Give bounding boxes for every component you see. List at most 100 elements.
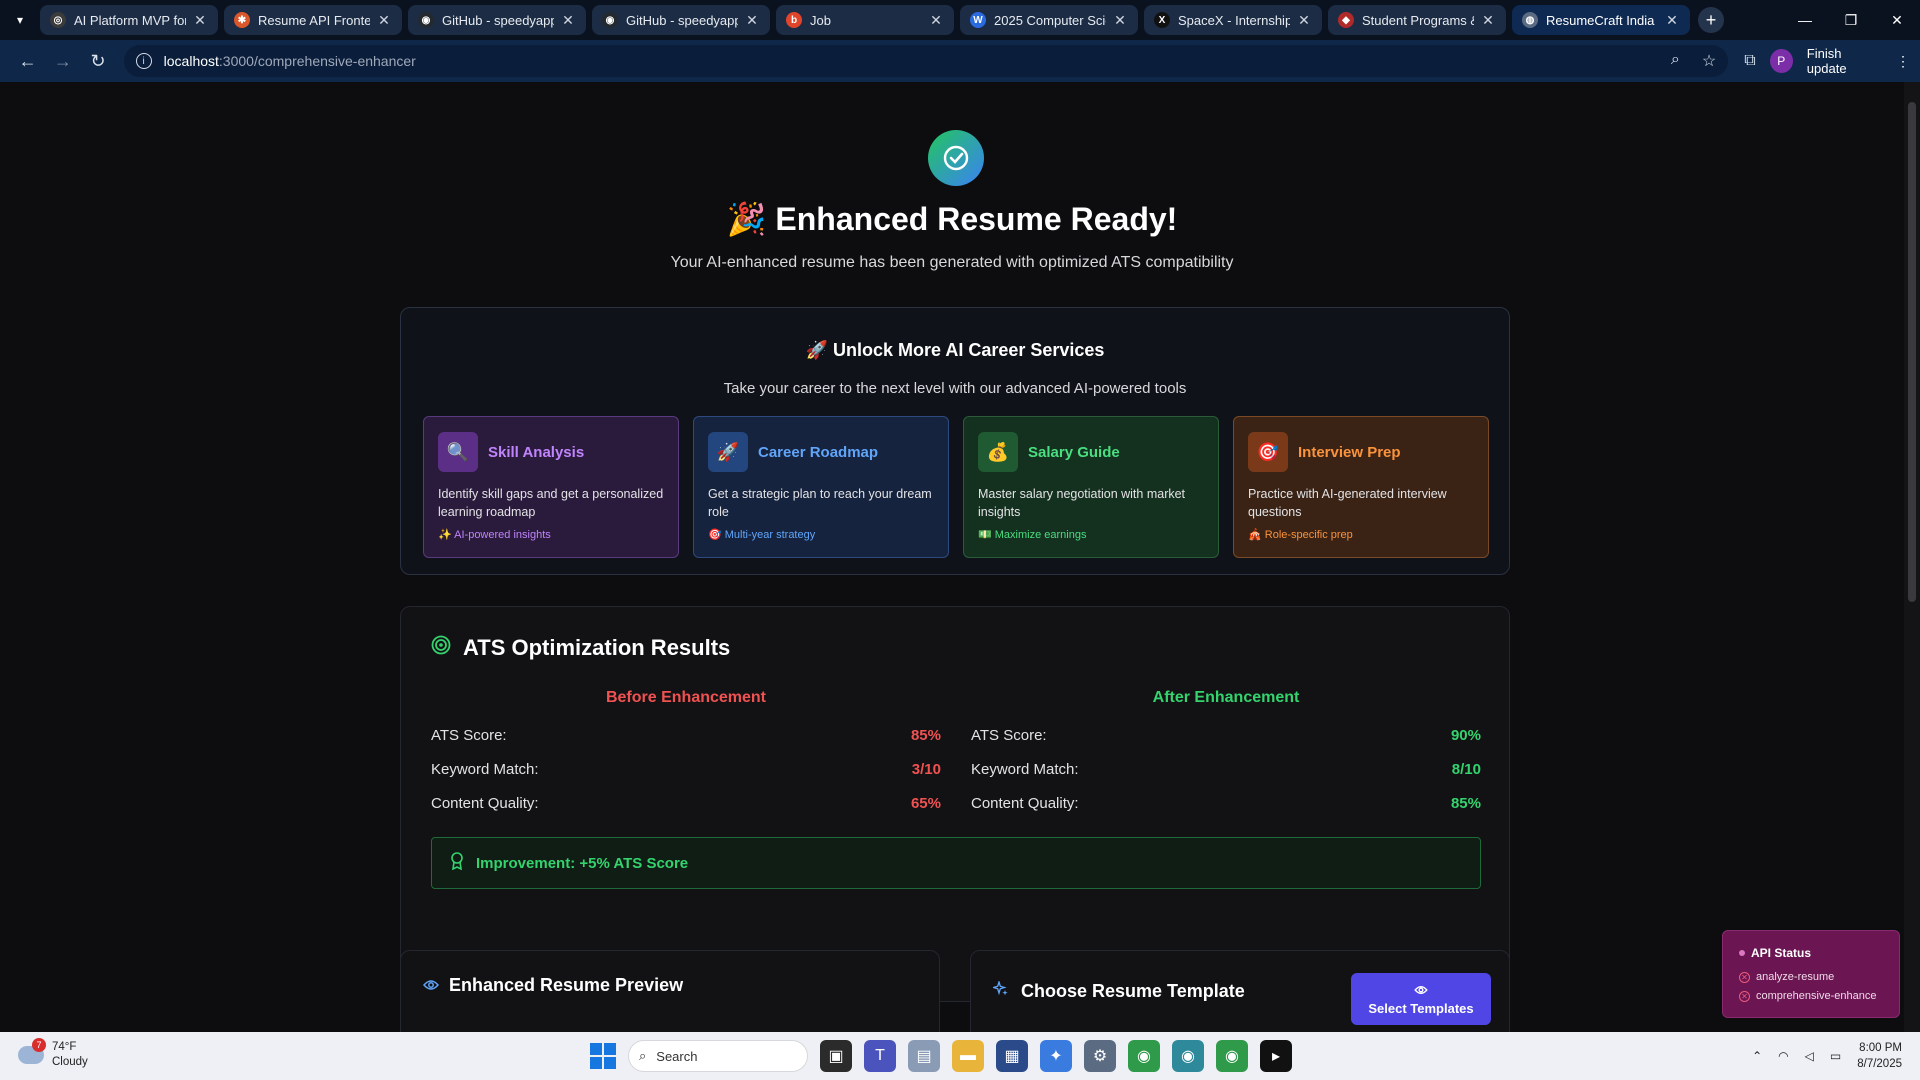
back-button[interactable]: ← <box>10 45 45 77</box>
new-tab-button[interactable]: + <box>1698 7 1724 33</box>
api-status-panel: API Status ✕ analyze-resume ✕ comprehensiv… <box>1722 930 1900 1018</box>
extensions-icon[interactable]: ⧉ <box>1744 52 1755 70</box>
salary-guide-tile[interactable]: 💰 Salary Guide Master salary negotiation… <box>963 416 1219 558</box>
chevron-up-icon[interactable]: ⌃ <box>1752 1049 1762 1063</box>
weather-widget[interactable]: 7 74°F Cloudy <box>18 1038 88 1070</box>
page-subtitle: Your AI-enhanced resume has been generat… <box>670 254 1234 271</box>
browser-tab[interactable]: ◉ GitHub - speedyapp ✕ <box>408 5 586 35</box>
after-heading: After Enhancement <box>1152 689 1300 706</box>
tab-close-icon[interactable]: ✕ <box>1664 12 1680 29</box>
page-title: 🎉 Enhanced Resume Ready! <box>726 201 1178 237</box>
task-view-icon[interactable]: ▣ <box>820 1040 852 1072</box>
photos-icon[interactable]: ▤ <box>908 1040 940 1072</box>
profile-avatar[interactable]: P <box>1769 49 1793 73</box>
metric-label: ATS Score: <box>431 727 507 744</box>
tab-close-icon[interactable]: ✕ <box>376 12 392 29</box>
tab-favicon-icon: ◉ <box>602 12 618 28</box>
browser-tab[interactable]: X SpaceX - Internships ✕ <box>1144 5 1322 35</box>
page-content: 🎉 Enhanced Resume Ready! Your AI-enhance… <box>0 82 1904 1032</box>
restore-icon[interactable]: ❐ <box>1828 0 1874 40</box>
url-bar[interactable]: i localhost:3000/comprehensive-enhancer … <box>123 45 1729 77</box>
browser-tab[interactable]: ◆ Student Programs & ✕ <box>1328 5 1506 35</box>
taskbar-search[interactable]: ⌕ Search <box>628 1040 808 1072</box>
tile-title: Career Roadmap <box>758 444 879 461</box>
browser-tab[interactable]: ◍ ResumeCraft India - ✕ <box>1512 5 1690 35</box>
clock-time: 8:00 PM <box>1859 1042 1902 1054</box>
tile-description: Get a strategic plan to reach your dream… <box>708 487 932 519</box>
browser-tab[interactable]: ◎ AI Platform MVP for ✕ <box>40 5 218 35</box>
tab-strip: ▾ ◎ AI Platform MVP for ✕ ✱ Resume API Front… <box>0 0 1920 40</box>
rocket-icon: 🚀 <box>708 432 748 472</box>
tab-title: GitHub - speedyapp <box>442 12 554 28</box>
browser-tab[interactable]: W 2025 Computer Scie ✕ <box>960 5 1138 35</box>
tile-description: Identify skill gaps and get a personaliz… <box>438 487 664 519</box>
ats-header: ATS Optimization Results <box>431 635 730 661</box>
copilot-icon[interactable]: ✦ <box>1040 1040 1072 1072</box>
tab-close-icon[interactable]: ✕ <box>192 12 208 29</box>
address-toolbar: ← → ↻ i localhost:3000/comprehensive-enh… <box>0 40 1920 82</box>
teams-icon[interactable]: T <box>864 1040 896 1072</box>
services-subtitle: Take your career to the next level with … <box>723 380 1187 397</box>
tab-close-icon[interactable]: ✕ <box>560 12 576 29</box>
forward-button[interactable]: → <box>45 45 80 77</box>
metric-value: 85% <box>1450 795 1481 812</box>
tile-tag: 💵 Maximize earnings <box>978 529 1087 541</box>
tab-search-chevron-icon[interactable]: ▾ <box>8 8 32 32</box>
chrome-alt-icon[interactable]: ◉ <box>1216 1040 1248 1072</box>
tab-close-icon[interactable]: ✕ <box>1480 12 1496 29</box>
metric-label: Keyword Match: <box>431 761 539 778</box>
close-window-icon[interactable]: ✕ <box>1874 0 1920 40</box>
tab-title: SpaceX - Internships <box>1178 12 1290 28</box>
battery-icon[interactable]: ▭ <box>1830 1049 1841 1063</box>
select-templates-label: Select Templates <box>1368 1000 1474 1016</box>
tab-title: ResumeCraft India - <box>1546 12 1658 28</box>
finish-update-button[interactable]: Finish update <box>1807 46 1882 76</box>
tab-close-icon[interactable]: ✕ <box>1296 12 1312 29</box>
tab-close-icon[interactable]: ✕ <box>928 12 944 29</box>
tab-favicon-icon: ◎ <box>50 12 66 28</box>
career-services-card: 🚀 Unlock More AI Career Services Take yo… <box>400 307 1510 575</box>
weather-desc: Cloudy <box>52 1056 88 1068</box>
bookmark-star-icon[interactable]: ☆ <box>1702 51 1716 71</box>
settings-icon[interactable]: ⚙ <box>1084 1040 1116 1072</box>
browser-tab[interactable]: b Job ✕ <box>776 5 954 35</box>
browser-tab[interactable]: ✱ Resume API Frontend ✕ <box>224 5 402 35</box>
volume-icon[interactable]: ◁ <box>1805 1049 1814 1063</box>
select-templates-button[interactable]: Select Templates <box>1351 973 1491 1025</box>
chrome-icon[interactable]: ◉ <box>1128 1040 1160 1072</box>
page-scrollbar[interactable] <box>1904 82 1920 1032</box>
store-icon[interactable]: ▦ <box>996 1040 1028 1072</box>
status-dot-icon <box>1739 950 1745 956</box>
terminal-app-icon[interactable]: ▸ <box>1260 1040 1292 1072</box>
window-controls: — ❐ ✕ <box>1782 0 1920 40</box>
clock[interactable]: 8:00 PM 8/7/2025 <box>1857 1040 1902 1072</box>
career-roadmap-tile[interactable]: 🚀 Career Roadmap Get a strategic plan to… <box>693 416 949 558</box>
tile-tag: 🎪 Role-specific prep <box>1248 529 1353 541</box>
zoom-icon[interactable]: ⌕ <box>1671 51 1680 71</box>
skill-analysis-tile[interactable]: 🔍 Skill Analysis Identify skill gaps and… <box>423 416 679 558</box>
browser-menu-icon[interactable]: ⋮ <box>1896 53 1910 70</box>
scrollbar-thumb[interactable] <box>1908 102 1916 602</box>
site-info-icon[interactable]: i <box>135 53 152 69</box>
metric-label: Content Quality: <box>971 795 1079 812</box>
browser-tab[interactable]: ◉ GitHub - speedyapp ✕ <box>592 5 770 35</box>
tile-title: Interview Prep <box>1298 444 1401 461</box>
start-button[interactable] <box>590 1043 616 1069</box>
before-ats-score-row: ATS Score: 85% <box>431 727 941 747</box>
improvement-text: Improvement: +5% ATS Score <box>476 854 689 872</box>
interview-prep-tile[interactable]: 🎯 Interview Prep Practice with AI-genera… <box>1233 416 1489 558</box>
tab-favicon-icon: ✱ <box>234 12 250 28</box>
tab-close-icon[interactable]: ✕ <box>1112 12 1128 29</box>
tab-title: AI Platform MVP for <box>74 12 186 28</box>
target-icon <box>431 635 451 661</box>
wifi-icon[interactable]: ◠ <box>1778 1049 1788 1063</box>
ats-title: ATS Optimization Results <box>463 635 731 660</box>
minimize-icon[interactable]: — <box>1782 0 1828 40</box>
tab-close-icon[interactable]: ✕ <box>744 12 760 29</box>
file-explorer-icon[interactable]: ▬ <box>952 1040 984 1072</box>
chrome-profile-icon[interactable]: ◉ <box>1172 1040 1204 1072</box>
reload-button[interactable]: ↻ <box>80 45 115 77</box>
metric-value: 85% <box>910 727 941 744</box>
api-status-item: ✕ analyze-resume <box>1739 971 1834 983</box>
sparkles-icon <box>991 979 1009 1002</box>
